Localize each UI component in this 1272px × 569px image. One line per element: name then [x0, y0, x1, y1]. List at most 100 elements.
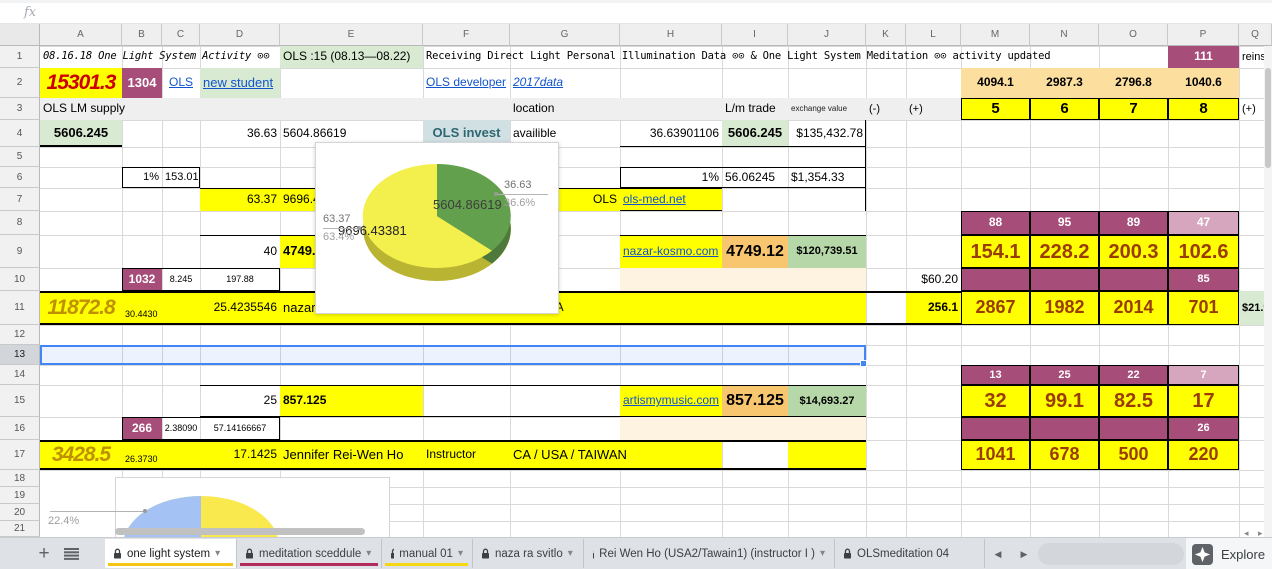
cell-M17[interactable]: 1041	[961, 440, 1030, 470]
chevron-down-icon[interactable]: ▾	[820, 548, 825, 559]
column-header[interactable]: I	[722, 24, 788, 46]
cell-H7-link[interactable]: ols-med.net	[620, 188, 722, 211]
row-header[interactable]: 16	[0, 417, 40, 440]
cell-J9[interactable]: $120,739.51	[788, 235, 866, 268]
cell-M9[interactable]: 154.1	[961, 235, 1030, 268]
cell-O10[interactable]	[1099, 268, 1168, 291]
cell-A1[interactable]: 08.16.18 One Light System Activity ⊙⊙	[40, 46, 290, 68]
chevron-down-icon[interactable]: ▾	[568, 548, 573, 559]
chart2-scrollbar[interactable]	[115, 528, 365, 535]
cell-D4[interactable]: 36.63	[200, 120, 280, 147]
selection-range[interactable]	[40, 345, 866, 365]
row-header[interactable]: 12	[0, 325, 40, 345]
cell-P10[interactable]: 85	[1168, 268, 1239, 291]
cell-I4[interactable]: 5606.245	[722, 120, 788, 147]
cell-G3[interactable]: location	[510, 98, 620, 120]
cell-P1[interactable]: 111	[1168, 46, 1239, 68]
cell-D2-link[interactable]: new student	[200, 68, 280, 98]
cell-M8[interactable]: 88	[961, 211, 1030, 235]
cell-M3[interactable]: 5	[961, 98, 1030, 120]
row-header[interactable]: 15	[0, 385, 40, 417]
column-header[interactable]: O	[1099, 24, 1168, 46]
cell-C2-link[interactable]: OLS	[162, 68, 200, 98]
cell-O3[interactable]: 7	[1099, 98, 1168, 120]
cell-O9[interactable]: 200.3	[1099, 235, 1168, 268]
cell-P17[interactable]: 220	[1168, 440, 1239, 470]
chevron-down-icon[interactable]: ▾	[215, 548, 220, 559]
cell-P3[interactable]: 8	[1168, 98, 1239, 120]
cell-L11[interactable]: 256.1	[906, 293, 961, 323]
cell-M10[interactable]	[961, 268, 1030, 291]
cell-B2[interactable]: 1304	[122, 68, 162, 98]
cell-H4[interactable]: 36.63901106	[620, 120, 722, 147]
tab-rei-wen-ho[interactable]: Rei Wen Ho (USA2/Tawain1) (instructor I …	[583, 539, 833, 568]
column-header[interactable]: J	[788, 24, 866, 46]
cell-A2[interactable]: 15301.3	[40, 68, 122, 98]
tab-meditation-sceddule[interactable]: meditation sceddule ▾	[236, 539, 381, 568]
tab-nav-left-button[interactable]: ◀	[990, 546, 1006, 562]
column-header[interactable]: L	[906, 24, 961, 46]
cell-D9[interactable]: 40	[200, 235, 280, 268]
cell-P2[interactable]: 1040.6	[1168, 68, 1239, 98]
column-header[interactable]: G	[510, 24, 620, 46]
column-header[interactable]: C	[162, 24, 200, 46]
cell-P9[interactable]: 102.6	[1168, 235, 1239, 268]
cell-I3[interactable]: L/m trade	[722, 98, 788, 120]
cell-J6[interactable]: $1,354.33	[788, 167, 866, 188]
explore-button[interactable]: Explore	[1221, 547, 1265, 562]
cell-N9[interactable]: 228.2	[1030, 235, 1099, 268]
row-header[interactable]: 8	[0, 211, 40, 235]
cell-F2-link[interactable]: OLS developer	[423, 68, 510, 98]
row-header[interactable]: 19	[0, 487, 40, 504]
vertical-scrollbar-thumb[interactable]	[1265, 68, 1271, 168]
cell-H9-link[interactable]: nazar-kosmo.com	[620, 235, 722, 268]
row-header[interactable]: 6	[0, 167, 40, 188]
cell-D17[interactable]: 17.1425	[200, 442, 280, 468]
row-header[interactable]: 9	[0, 235, 40, 268]
cell-K3[interactable]: (-)	[866, 98, 906, 120]
cell-P14[interactable]: 7	[1168, 365, 1239, 385]
cell-J3[interactable]: exchange value	[788, 98, 866, 120]
row-header[interactable]: 10	[0, 268, 40, 291]
cell-N14[interactable]: 25	[1030, 365, 1099, 385]
cell-O16[interactable]	[1099, 417, 1168, 440]
cell-C6[interactable]: 153.01	[162, 167, 200, 188]
cell-G2-link[interactable]: 2017data	[510, 68, 620, 98]
cell-C16[interactable]: 2.38090	[162, 417, 200, 440]
cell-F17[interactable]: Instructor	[423, 442, 510, 468]
cell-M11[interactable]: 2867	[961, 291, 1030, 325]
cell-A4[interactable]: 5606.245	[40, 120, 122, 147]
row-header[interactable]: 21	[0, 521, 40, 537]
column-header[interactable]: K	[866, 24, 906, 46]
cell-N10[interactable]	[1030, 268, 1099, 291]
chevron-down-icon[interactable]: ▾	[458, 548, 463, 559]
add-sheet-button[interactable]: +	[34, 543, 54, 564]
cell-I15[interactable]: 857.125	[722, 385, 788, 417]
cell-O2[interactable]: 2796.8	[1099, 68, 1168, 98]
cell-F1[interactable]: Receiving Direct Light Personal Illumina…	[423, 46, 1051, 68]
cell-N11[interactable]: 1982	[1030, 291, 1099, 325]
column-header[interactable]: F	[423, 24, 510, 46]
row-header[interactable]: 3	[0, 98, 40, 120]
cell-M16[interactable]	[961, 417, 1030, 440]
cell-M2[interactable]: 4094.1	[961, 68, 1030, 98]
selection-fill-handle[interactable]	[860, 360, 867, 367]
cell-L10[interactable]: $60.20	[906, 268, 961, 291]
cell-I9[interactable]: 4749.12	[722, 235, 788, 268]
cell-B6[interactable]: 1%	[122, 167, 162, 188]
cell-N3[interactable]: 6	[1030, 98, 1099, 120]
column-header[interactable]: N	[1030, 24, 1099, 46]
cell-O11[interactable]: 2014	[1099, 291, 1168, 325]
cell-P15[interactable]: 17	[1168, 385, 1239, 417]
cell-O15[interactable]: 82.5	[1099, 385, 1168, 417]
cell-N17[interactable]: 678	[1030, 440, 1099, 470]
column-header[interactable]: H	[620, 24, 722, 46]
tab-naza-ra-svitlo[interactable]: naza ra svitlo ▾	[472, 539, 582, 568]
cell-H15-link[interactable]: artismymusic.com	[620, 385, 722, 417]
formula-bar[interactable]: fx	[0, 3, 1272, 24]
row-header[interactable]: 7	[0, 188, 40, 211]
all-sheets-menu-button[interactable]	[62, 547, 80, 561]
cell-G17[interactable]: CA / USA / TAIWAN	[510, 442, 627, 468]
cell-D16[interactable]: 57.14166667	[200, 417, 280, 440]
cell-B17[interactable]: 26.3730	[122, 446, 162, 468]
